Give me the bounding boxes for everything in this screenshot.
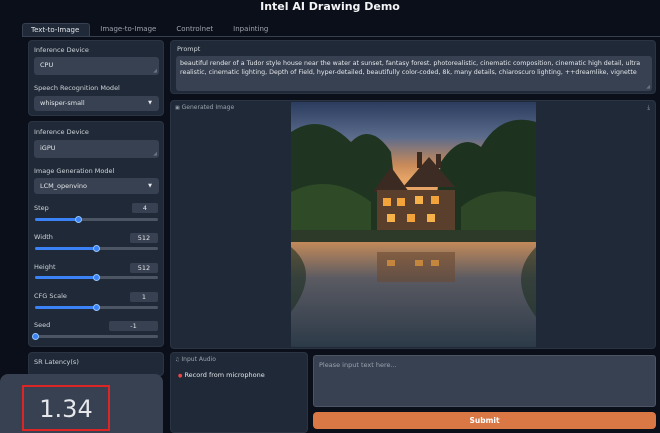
prompt-panel: Prompt beautiful render of a Tudor style… bbox=[170, 40, 656, 94]
slider-thumb[interactable] bbox=[93, 245, 100, 252]
text-input[interactable]: Please input text here... bbox=[313, 355, 656, 407]
height-label: Height bbox=[34, 263, 56, 271]
step-label: Step bbox=[34, 204, 49, 212]
input-audio-title: Input Audio bbox=[181, 356, 216, 363]
width-label: Width bbox=[34, 233, 53, 241]
width-number-input[interactable]: 512 bbox=[130, 233, 158, 243]
record-button[interactable]: ● Record from microphone bbox=[178, 371, 265, 379]
chevron-down-icon: ▼ bbox=[148, 183, 152, 189]
app-title: Intel AI Drawing Demo bbox=[260, 0, 400, 13]
slider-thumb[interactable] bbox=[93, 274, 100, 281]
tab-image-to-image[interactable]: Image-to-Image bbox=[92, 23, 166, 36]
download-icon[interactable]: ⤓ bbox=[647, 104, 650, 112]
image-settings-panel: Inference Device iGPU ◢ Image Generation… bbox=[28, 121, 164, 347]
chevron-down-icon: ▼ bbox=[148, 100, 152, 106]
step-slider[interactable] bbox=[35, 216, 158, 223]
cfg-scale-number-input[interactable]: 1 bbox=[130, 292, 158, 302]
width-slider[interactable] bbox=[35, 245, 158, 252]
resize-handle-icon: ◢ bbox=[153, 151, 157, 157]
tab-inpainting[interactable]: Inpainting bbox=[225, 23, 278, 36]
image-device-value: iGPU bbox=[40, 144, 56, 152]
slider-thumb[interactable] bbox=[74, 216, 82, 223]
image-device-label: Inference Device bbox=[34, 128, 89, 136]
seed-number-input[interactable]: -1 bbox=[109, 321, 158, 331]
image-model-label: Image Generation Model bbox=[34, 167, 115, 175]
speech-model-dropdown[interactable]: whisper-small ▼ bbox=[34, 96, 159, 111]
submit-button[interactable]: Submit bbox=[313, 412, 656, 429]
music-note-icon: ♫ bbox=[175, 357, 180, 363]
image-device-field[interactable]: iGPU ◢ bbox=[34, 140, 159, 158]
record-dot-icon: ● bbox=[178, 373, 183, 379]
slider-fill bbox=[35, 276, 97, 279]
image-icon: ▣ bbox=[175, 105, 180, 111]
record-button-label: Record from microphone bbox=[184, 371, 265, 379]
step-number-input[interactable]: 4 bbox=[132, 203, 158, 213]
slider-fill bbox=[35, 306, 97, 309]
speech-model-label: Speech Recognition Model bbox=[34, 84, 120, 92]
cfg-scale-slider[interactable] bbox=[35, 304, 158, 311]
slider-thumb[interactable] bbox=[93, 304, 100, 311]
generated-image-title: Generated Image bbox=[181, 104, 235, 111]
height-slider[interactable] bbox=[35, 274, 158, 281]
speech-model-value: whisper-small bbox=[40, 99, 85, 107]
slider-fill bbox=[35, 218, 79, 221]
seed-slider[interactable] bbox=[31, 333, 158, 340]
seed-label: Seed bbox=[34, 321, 51, 329]
prompt-text: beautiful render of a Tudor style house … bbox=[180, 60, 641, 76]
generated-image bbox=[291, 102, 536, 347]
latency-panel: SR Latency(s) bbox=[28, 352, 164, 376]
tab-text-to-image[interactable]: Text-to-Image bbox=[22, 23, 91, 36]
image-model-dropdown[interactable]: LCM_openvino ▼ bbox=[34, 178, 159, 194]
speech-settings-panel: Inference Device CPU ◢ Speech Recognitio… bbox=[28, 40, 164, 116]
generated-image-label: ▣ Generated Image bbox=[175, 104, 234, 111]
prompt-textarea[interactable]: beautiful render of a Tudor style house … bbox=[176, 56, 652, 91]
input-audio-panel: ♫ Input Audio ● Record from microphone bbox=[170, 352, 308, 433]
tab-bar: Text-to-Image Image-to-Image Controlnet … bbox=[22, 23, 280, 37]
speech-device-field[interactable]: CPU ◢ bbox=[34, 57, 159, 75]
tab-divider bbox=[22, 36, 660, 37]
slider-fill bbox=[35, 247, 97, 250]
slider-thumb[interactable] bbox=[31, 333, 39, 340]
latency-value: 1.34 bbox=[22, 385, 110, 431]
tab-controlnet[interactable]: Controlnet bbox=[168, 23, 223, 36]
height-number-input[interactable]: 512 bbox=[130, 263, 158, 273]
image-model-value: LCM_openvino bbox=[40, 182, 87, 190]
prompt-label: Prompt bbox=[177, 45, 201, 53]
cfg-scale-label: CFG Scale bbox=[34, 292, 67, 300]
speech-device-value: CPU bbox=[40, 61, 54, 69]
speech-device-label: Inference Device bbox=[34, 46, 89, 54]
resize-handle-icon: ◢ bbox=[153, 68, 157, 74]
latency-label: SR Latency(s) bbox=[34, 358, 79, 366]
input-audio-label: ♫ Input Audio bbox=[175, 356, 216, 363]
text-input-placeholder: Please input text here... bbox=[319, 361, 397, 369]
generated-image-art bbox=[291, 102, 536, 347]
resize-handle-icon: ◢ bbox=[646, 84, 650, 90]
